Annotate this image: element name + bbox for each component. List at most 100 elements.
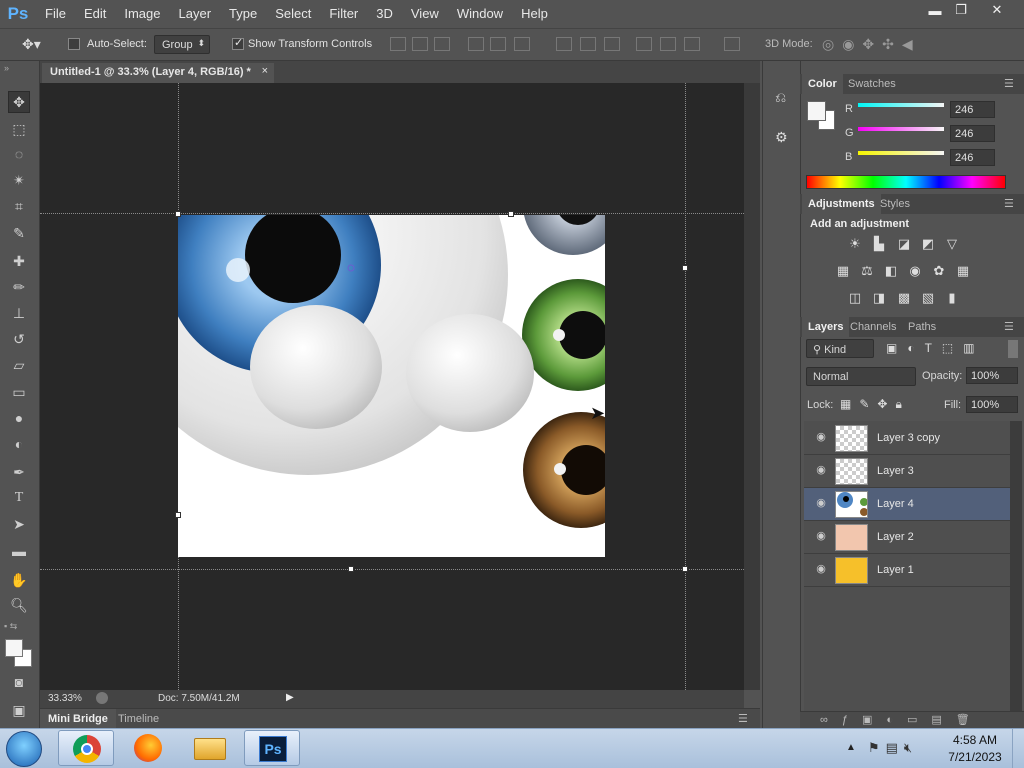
move-tool-icon[interactable]: ✥ <box>8 91 30 113</box>
color-spectrum-ramp[interactable] <box>806 175 1006 189</box>
distribute-vcenter-icon[interactable] <box>580 37 596 51</box>
transform-handle-top[interactable] <box>508 211 514 217</box>
menu-filter[interactable]: Filter <box>320 0 367 28</box>
color-lookup-icon[interactable]: ▦ <box>954 263 972 279</box>
menu-type[interactable]: Type <box>220 0 266 28</box>
layer-row-selected[interactable]: ◉ Layer 4 <box>804 488 1010 521</box>
transform-handle-bottom-right[interactable] <box>682 566 688 572</box>
foreground-color-swatch[interactable] <box>5 639 23 657</box>
history-panel-icon[interactable]: ⎌ <box>775 89 786 106</box>
visibility-eye-icon[interactable]: ◉ <box>814 529 828 543</box>
gradient-tool-icon[interactable]: ▭ <box>8 381 30 403</box>
color-balance-icon[interactable]: ⚖ <box>858 263 876 279</box>
taskbar-explorer[interactable] <box>182 730 238 766</box>
lasso-tool-icon[interactable]: ◌ <box>8 143 30 165</box>
document-tab[interactable]: Untitled-1 @ 33.3% (Layer 4, RGB/16) * × <box>42 63 274 83</box>
align-right-icon[interactable] <box>514 37 530 51</box>
channel-g-slider[interactable] <box>858 127 944 131</box>
taskbar-chrome[interactable] <box>58 730 114 766</box>
blend-mode-dropdown[interactable]: Normal <box>806 367 916 386</box>
taskbar-firefox[interactable] <box>120 730 176 766</box>
move-tool-preset-icon[interactable]: ✥▾ <box>22 36 41 53</box>
align-hcenter-icon[interactable] <box>490 37 506 51</box>
channel-g-value[interactable]: 246 <box>950 125 995 142</box>
transform-handle-left[interactable] <box>175 512 181 518</box>
quick-mask-icon[interactable]: ◙ <box>8 671 30 693</box>
layer-filter-toggle[interactable] <box>1008 340 1018 358</box>
channel-mixer-icon[interactable]: ✿ <box>930 263 948 279</box>
eraser-tool-icon[interactable]: ▱ <box>8 354 30 376</box>
auto-select-target-dropdown[interactable]: Group ⬍ <box>154 35 210 54</box>
tab-paths[interactable]: Paths <box>902 317 942 337</box>
menu-layer[interactable]: Layer <box>170 0 221 28</box>
menu-image[interactable]: Image <box>115 0 169 28</box>
vertical-scrollbar[interactable] <box>744 83 760 690</box>
close-tab-icon[interactable]: × <box>262 65 268 77</box>
visibility-eye-icon[interactable]: ◉ <box>814 463 828 477</box>
layer-row[interactable]: ◉ Layer 3 <box>804 455 1010 488</box>
gradient-map-icon[interactable]: ▮ <box>943 290 961 306</box>
path-selection-tool-icon[interactable]: ➤ <box>8 513 30 535</box>
healing-brush-tool-icon[interactable]: ✚ <box>8 250 30 272</box>
align-left-icon[interactable] <box>468 37 484 51</box>
channel-b-value[interactable]: 246 <box>950 149 995 166</box>
posterize-icon[interactable]: ◨ <box>870 290 888 306</box>
fill-value[interactable]: 100% <box>966 396 1018 413</box>
tab-mini-bridge[interactable]: Mini Bridge <box>40 709 116 729</box>
status-options-icon[interactable] <box>96 692 108 704</box>
distribute-top-icon[interactable] <box>556 37 572 51</box>
marquee-tool-icon[interactable]: ⬚ <box>8 118 30 140</box>
menu-select[interactable]: Select <box>266 0 320 28</box>
windows-start-button[interactable] <box>6 731 42 767</box>
layer-filter-type-icons[interactable]: ▣◐T⬚▥ <box>886 341 985 355</box>
distribute-hcenter-icon[interactable] <box>660 37 676 51</box>
align-bottom-icon[interactable] <box>434 37 450 51</box>
visibility-eye-icon[interactable]: ◉ <box>814 562 828 576</box>
distribute-left-icon[interactable] <box>636 37 652 51</box>
auto-align-icon[interactable] <box>724 37 740 51</box>
color-fg-swatch[interactable] <box>807 101 826 121</box>
tab-layers[interactable]: Layers <box>802 317 850 337</box>
status-menu-arrow-icon[interactable]: ▶ <box>286 692 294 703</box>
vibrance-icon[interactable]: ▽ <box>943 236 961 252</box>
eyedropper-tool-icon[interactable]: ✎ <box>8 222 30 244</box>
rectangle-tool-icon[interactable]: ▬ <box>8 540 30 562</box>
align-vcenter-icon[interactable] <box>412 37 428 51</box>
properties-panel-icon[interactable]: ⚙ <box>775 129 788 146</box>
menu-3d[interactable]: 3D <box>367 0 402 28</box>
selective-color-icon[interactable]: ▧ <box>919 290 937 306</box>
layers-panel-menu-icon[interactable]: ☰ <box>1004 320 1014 333</box>
hue-saturation-icon[interactable]: ▦ <box>834 263 852 279</box>
swap-colors-icon[interactable]: ▪ ⇆ <box>4 621 34 633</box>
show-hidden-icons[interactable]: ▲ <box>846 742 856 753</box>
threshold-icon[interactable]: ▩ <box>895 290 913 306</box>
tab-color[interactable]: Color <box>802 74 843 94</box>
visibility-eye-icon[interactable]: ◉ <box>814 430 828 444</box>
opacity-value[interactable]: 100% <box>966 367 1018 384</box>
channel-b-slider[interactable] <box>858 151 944 155</box>
transform-handle-bottom[interactable] <box>348 566 354 572</box>
show-desktop-button[interactable] <box>1012 729 1024 768</box>
panel-menu-icon[interactable]: ☰ <box>738 712 748 725</box>
type-tool-icon[interactable]: T <box>8 487 30 509</box>
channel-r-slider[interactable] <box>858 103 944 107</box>
magic-wand-tool-icon[interactable]: ✴ <box>8 169 30 191</box>
menu-view[interactable]: View <box>402 0 448 28</box>
distribute-right-icon[interactable] <box>684 37 700 51</box>
brush-tool-icon[interactable]: ✏ <box>8 276 30 298</box>
dodge-tool-icon[interactable]: ◐ <box>8 433 30 455</box>
crop-tool-icon[interactable]: ⌗ <box>8 195 30 217</box>
brightness-contrast-icon[interactable]: ☀ <box>846 236 864 252</box>
zoom-tool-icon[interactable]: 🔍︎ <box>8 594 30 616</box>
show-transform-checkbox[interactable] <box>232 36 244 50</box>
menu-file[interactable]: File <box>36 0 75 28</box>
tab-styles[interactable]: Styles <box>874 194 916 214</box>
layer-row[interactable]: ◉ Layer 2 <box>804 521 1010 554</box>
clone-stamp-tool-icon[interactable]: ⊥ <box>8 302 30 324</box>
menu-window[interactable]: Window <box>448 0 512 28</box>
auto-select-checkbox[interactable] <box>68 38 80 50</box>
3d-mode-icons[interactable]: ◎◉✥✣◀ <box>822 36 921 53</box>
tray-icons[interactable]: ⚑▤🔇︎ <box>868 740 918 756</box>
zoom-level[interactable]: 33.33% <box>48 693 82 704</box>
blur-tool-icon[interactable]: ● <box>8 407 30 429</box>
